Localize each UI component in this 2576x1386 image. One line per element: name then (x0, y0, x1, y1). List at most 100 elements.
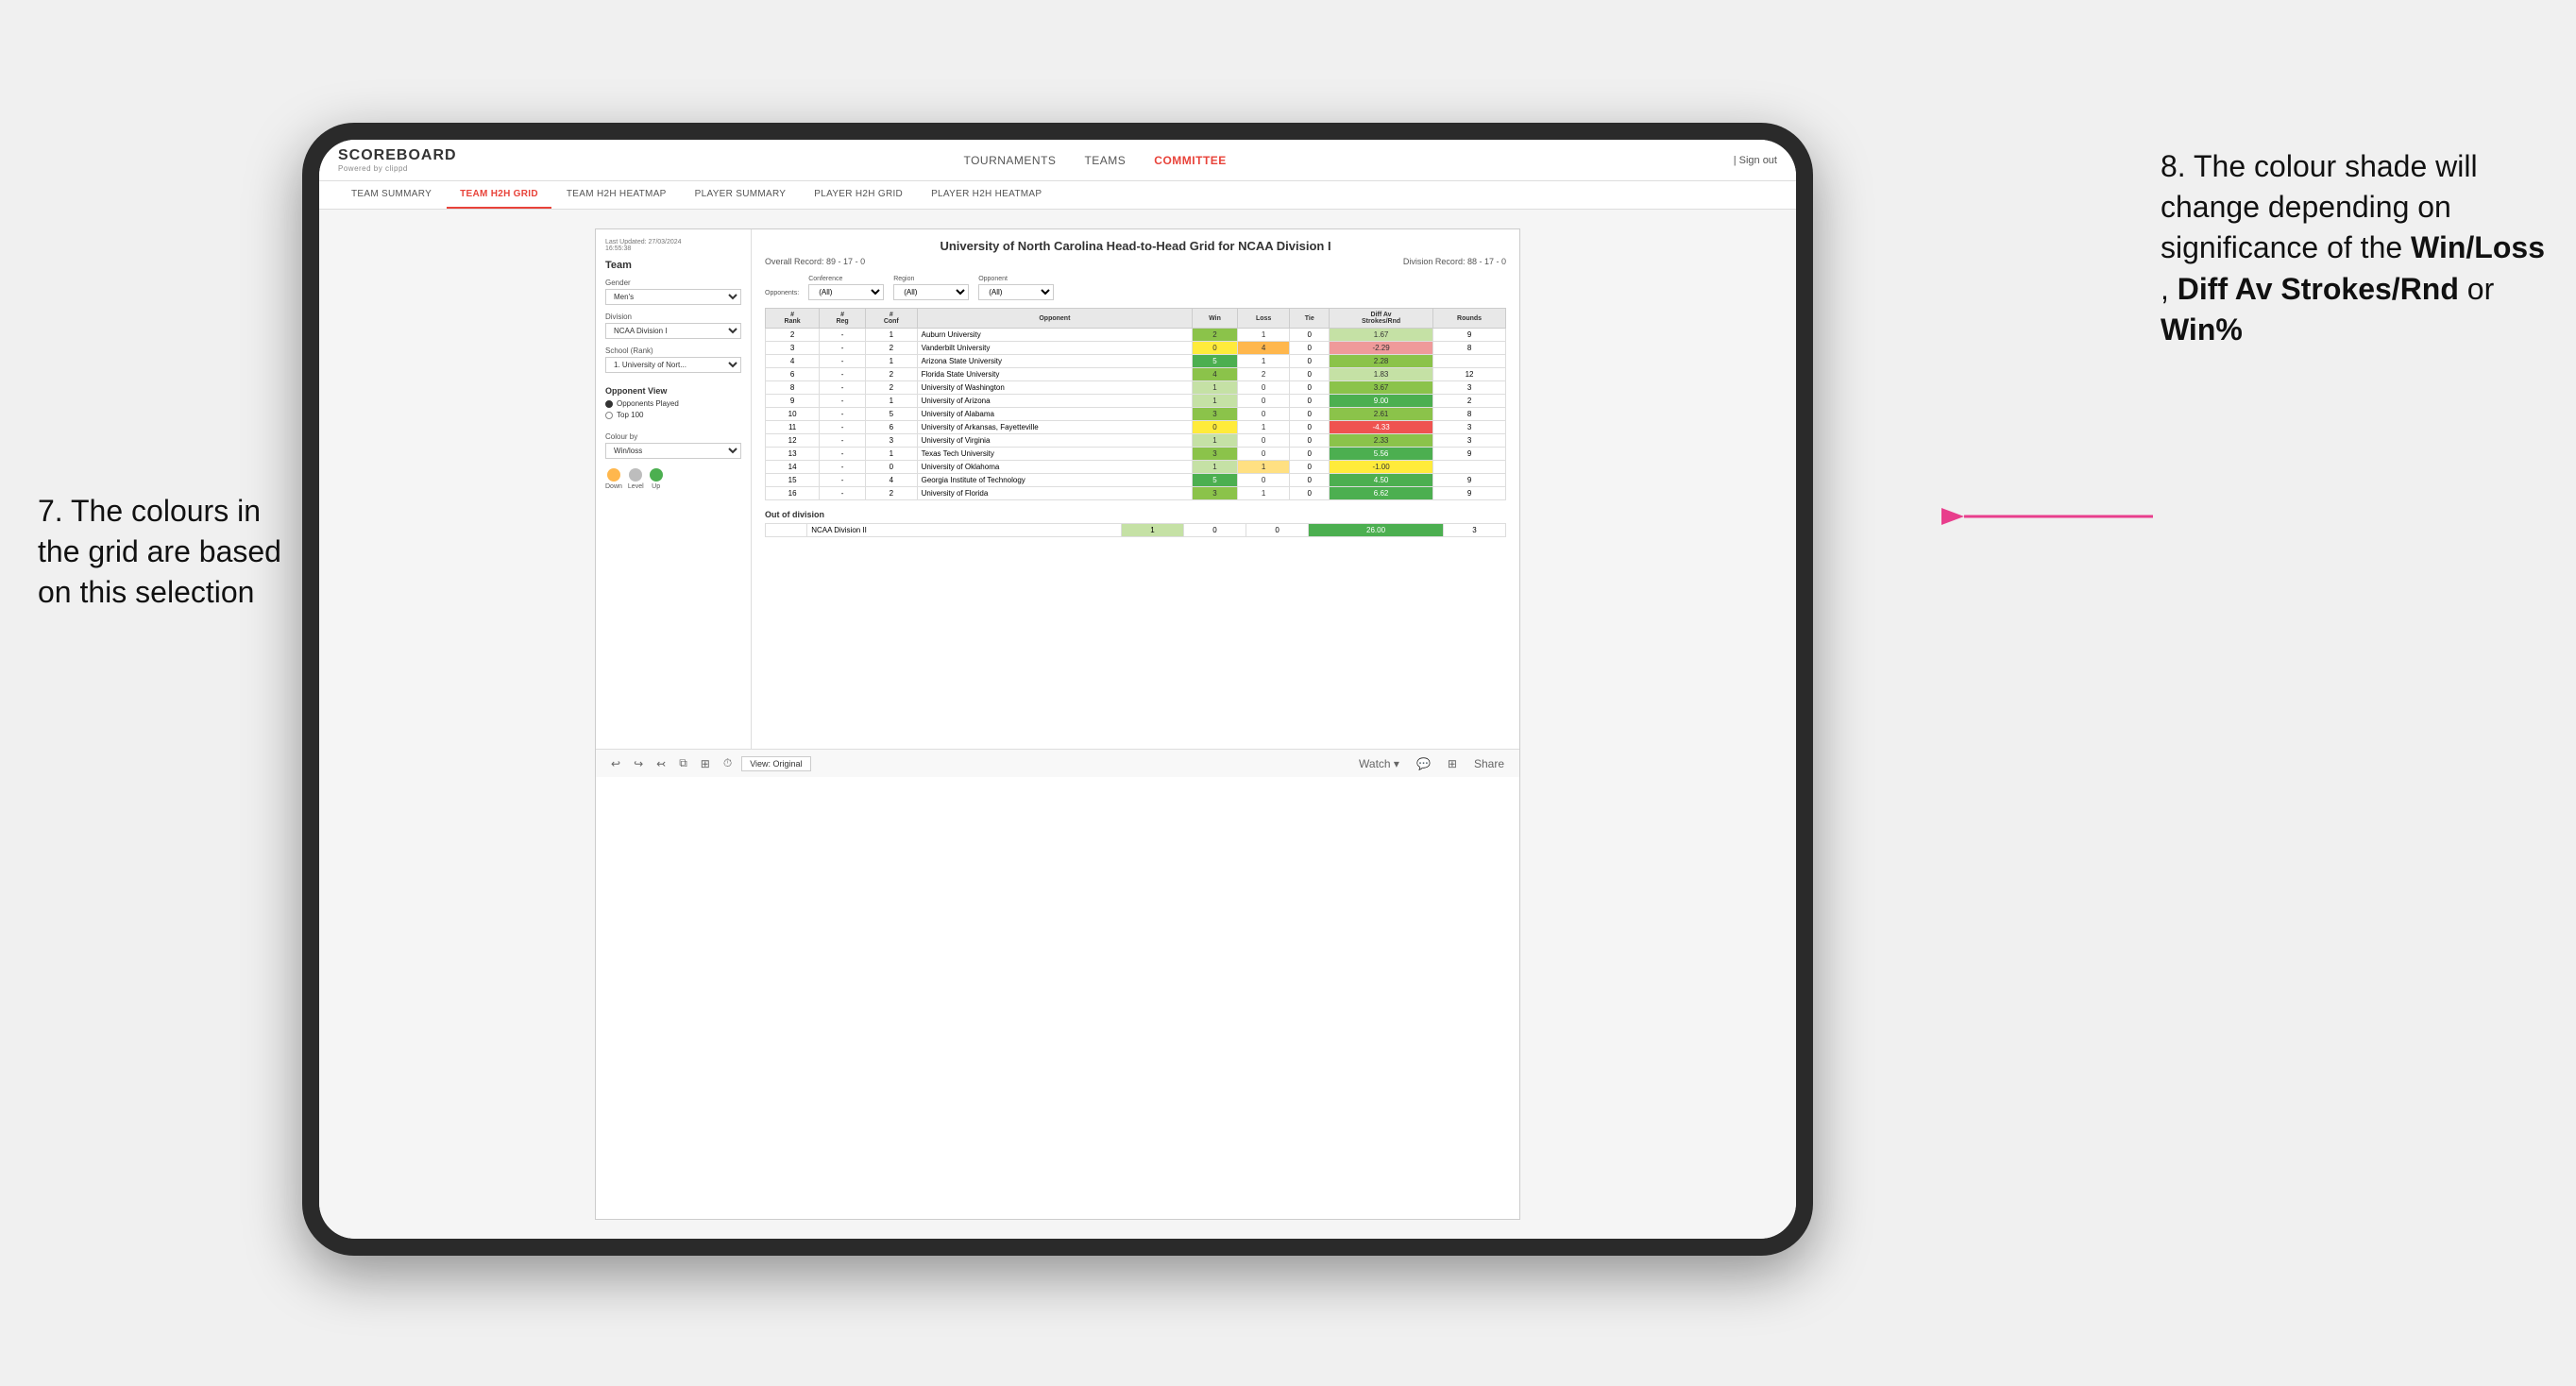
col-conf: #Conf (865, 309, 917, 329)
clock-icon[interactable]: ⏱ (720, 754, 736, 772)
cell-opponent: University of Alabama (917, 408, 1193, 421)
col-opponent: Opponent (917, 309, 1193, 329)
out-div-win: 1 (1121, 524, 1183, 537)
last-updated-label: Last Updated: 27/03/2024 (605, 239, 682, 245)
cell-loss: 1 (1237, 421, 1290, 434)
division-select[interactable]: NCAA Division I (605, 323, 741, 339)
nav-tournaments[interactable]: TOURNAMENTS (963, 154, 1056, 167)
cell-rounds: 12 (1433, 368, 1506, 381)
col-loss: Loss (1237, 309, 1290, 329)
table-header-row: #Rank #Reg #Conf Opponent Win Loss Tie D… (766, 309, 1506, 329)
cell-loss: 1 (1237, 487, 1290, 500)
tab-player-summary[interactable]: PLAYER SUMMARY (682, 181, 800, 209)
annotation-right-or: or (2467, 272, 2494, 306)
cell-tie: 0 (1290, 474, 1330, 487)
cell-reg: - (820, 487, 866, 500)
cell-opponent: University of Arizona (917, 395, 1193, 408)
out-div-tie: 0 (1246, 524, 1309, 537)
table-row: 13 - 1 Texas Tech University 3 0 0 5.56 … (766, 448, 1506, 461)
opponents-filter-label: Opponents: (765, 290, 799, 300)
nav-teams[interactable]: TEAMS (1084, 154, 1126, 167)
cell-reg: - (820, 434, 866, 448)
annotation-right-comma: , (2161, 272, 2178, 306)
logo-text: SCOREBOARD (338, 147, 457, 163)
cell-win: 1 (1193, 434, 1238, 448)
cell-win: 0 (1193, 342, 1238, 355)
table-row: 9 - 1 University of Arizona 1 0 0 9.00 2 (766, 395, 1506, 408)
annotation-left-number: 7. (38, 494, 63, 528)
gender-select[interactable]: Men's (605, 289, 741, 305)
nav-committee[interactable]: COMMITTEE (1154, 154, 1227, 167)
school-select[interactable]: 1. University of Nort... (605, 357, 741, 373)
tab-player-h2h-heatmap[interactable]: PLAYER H2H HEATMAP (918, 181, 1055, 209)
cell-conf: 3 (865, 434, 917, 448)
annotation-left-text: The colours in the grid are based on thi… (38, 494, 281, 609)
tab-team-h2h-heatmap[interactable]: TEAM H2H HEATMAP (553, 181, 680, 209)
cell-loss: 0 (1237, 474, 1290, 487)
conference-filter-select[interactable]: (All) (808, 284, 884, 300)
col-tie: Tie (1290, 309, 1330, 329)
cell-tie: 0 (1290, 329, 1330, 342)
cell-win: 1 (1193, 395, 1238, 408)
opponent-filter-select[interactable]: (All) (978, 284, 1054, 300)
view-original[interactable]: View: Original (741, 756, 810, 771)
cell-conf: 5 (865, 408, 917, 421)
cell-rank: 15 (766, 474, 820, 487)
cell-rounds: 2 (1433, 395, 1506, 408)
nav-back-icon[interactable]: ↢ (652, 755, 669, 772)
cell-rounds: 3 (1433, 381, 1506, 395)
cell-rank: 2 (766, 329, 820, 342)
cell-tie: 0 (1290, 487, 1330, 500)
cell-tie: 0 (1290, 421, 1330, 434)
colour-by-select[interactable]: Win/loss (605, 443, 741, 459)
radio-opponents-played[interactable]: Opponents Played (605, 399, 741, 408)
copy-icon[interactable]: ⧉ (675, 754, 691, 772)
out-div-division (766, 524, 807, 537)
cell-diff: 9.00 (1330, 395, 1433, 408)
last-updated: Last Updated: 27/03/2024 16:55:38 (605, 239, 741, 252)
cell-conf: 2 (865, 368, 917, 381)
undo-icon[interactable]: ↩ (607, 755, 624, 772)
region-filter-label: Region (893, 276, 969, 282)
cell-opponent: University of Arkansas, Fayetteville (917, 421, 1193, 434)
cell-win: 1 (1193, 461, 1238, 474)
cell-rounds: 9 (1433, 474, 1506, 487)
cell-rank: 9 (766, 395, 820, 408)
tab-team-h2h-grid[interactable]: TEAM H2H GRID (447, 181, 551, 209)
share-btn[interactable]: Share (1470, 755, 1508, 772)
tablet-frame: SCOREBOARD Powered by clippd TOURNAMENTS… (302, 123, 1813, 1256)
cell-win: 5 (1193, 355, 1238, 368)
redo-icon[interactable]: ↪ (630, 755, 647, 772)
sign-out-link[interactable]: | Sign out (1734, 155, 1777, 166)
grid-icon[interactable]: ⊞ (1444, 755, 1461, 772)
cell-rank: 10 (766, 408, 820, 421)
watch-btn[interactable]: Watch ▾ (1355, 755, 1403, 772)
tableau-body: Last Updated: 27/03/2024 16:55:38 Team G… (596, 229, 1519, 749)
comment-icon[interactable]: 💬 (1413, 755, 1434, 772)
cell-rounds: 8 (1433, 408, 1506, 421)
tab-team-summary[interactable]: TEAM SUMMARY (338, 181, 445, 209)
cell-reg: - (820, 395, 866, 408)
region-filter: Region (All) (893, 276, 969, 300)
cell-opponent: Arizona State University (917, 355, 1193, 368)
region-filter-select[interactable]: (All) (893, 284, 969, 300)
col-rounds: Rounds (1433, 309, 1506, 329)
cell-loss: 4 (1237, 342, 1290, 355)
radio-top100[interactable]: Top 100 (605, 411, 741, 419)
table-row: 10 - 5 University of Alabama 3 0 0 2.61 … (766, 408, 1506, 421)
opponent-filter: Opponent (All) (978, 276, 1054, 300)
cell-win: 3 (1193, 408, 1238, 421)
legend-down-label: Down (605, 483, 622, 490)
legend-level: Level (628, 468, 644, 490)
table-row: 4 - 1 Arizona State University 5 1 0 2.2… (766, 355, 1506, 368)
top-nav: SCOREBOARD Powered by clippd TOURNAMENTS… (319, 140, 1796, 181)
cell-diff: 2.28 (1330, 355, 1433, 368)
cell-opponent: Vanderbilt University (917, 342, 1193, 355)
tab-player-h2h-grid[interactable]: PLAYER H2H GRID (801, 181, 916, 209)
report-title: University of North Carolina Head-to-Hea… (765, 239, 1506, 253)
arrow-right-icon (1945, 493, 2153, 540)
cell-conf: 2 (865, 487, 917, 500)
logo-subtext: Powered by clippd (338, 164, 457, 173)
table-row: 6 - 2 Florida State University 4 2 0 1.8… (766, 368, 1506, 381)
arrange-icon[interactable]: ⊞ (697, 755, 714, 772)
